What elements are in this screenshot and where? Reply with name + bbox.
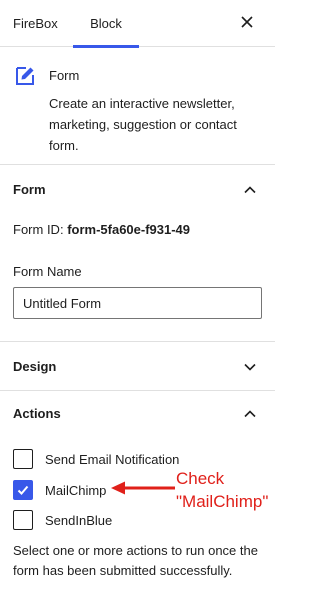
form-id-value: form-5fa60e-f931-49 [67, 222, 191, 237]
action-option-label: SendInBlue [45, 512, 113, 528]
annotation-line: "MailChimp" [176, 492, 269, 511]
checkbox-checked[interactable] [13, 480, 33, 500]
form-id: Form ID: form-5fa60e-f931-49 [13, 222, 190, 237]
close-icon[interactable] [239, 14, 255, 30]
sidebar-tabs: FireBox Block [0, 0, 275, 48]
annotation-arrow-icon [111, 481, 175, 495]
action-option-sendinblue[interactable]: SendInBlue [13, 510, 112, 530]
edit-form-icon [16, 67, 34, 85]
action-option-label: MailChimp [45, 482, 107, 498]
form-panel-title: Form [13, 182, 46, 197]
checkbox[interactable] [13, 449, 33, 469]
form-id-label: Form ID: [13, 222, 64, 237]
action-option-email[interactable]: Send Email Notification [13, 449, 179, 469]
chevron-up-icon [244, 410, 256, 418]
actions-panel-title: Actions [13, 406, 61, 421]
action-option-label: Send Email Notification [45, 451, 180, 467]
form-name-input[interactable] [13, 287, 262, 319]
chevron-down-icon [244, 363, 256, 371]
block-description: Create an interactive newsletter, market… [49, 96, 237, 153]
tab-block[interactable]: Block [73, 0, 139, 48]
checkmark-icon [17, 485, 29, 495]
design-panel-title: Design [13, 359, 57, 374]
action-option-mailchimp[interactable]: MailChimp [13, 480, 106, 500]
actions-help-text: Select one or more actions to run once t… [13, 543, 258, 578]
annotation-text: Check "MailChimp" [176, 467, 268, 513]
tab-firebox[interactable]: FireBox [13, 0, 58, 47]
chevron-up-icon [244, 186, 256, 194]
form-name-label: Form Name [13, 264, 82, 279]
actions-panel-toggle[interactable]: Actions [0, 391, 275, 438]
block-card: Form Create an interactive newsletter, m… [0, 47, 275, 165]
checkbox[interactable] [13, 510, 33, 530]
form-panel-toggle[interactable]: Form [0, 167, 275, 214]
annotation-line: Check [176, 469, 225, 488]
block-title: Form [49, 68, 80, 83]
design-panel-toggle[interactable]: Design [0, 344, 275, 391]
divider [0, 341, 275, 342]
